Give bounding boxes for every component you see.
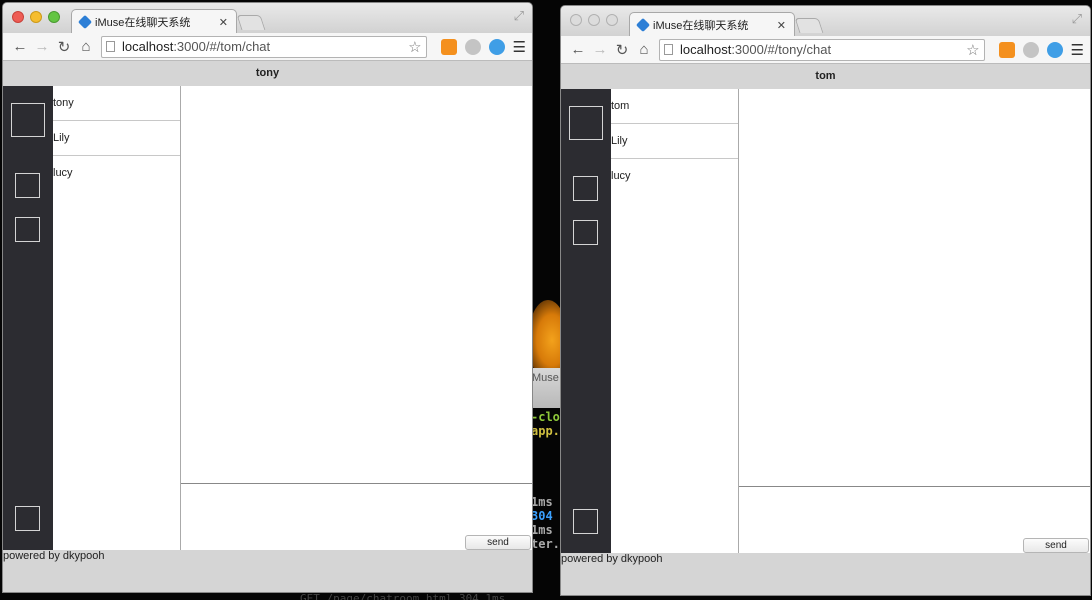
terminal-line: app.j bbox=[531, 424, 563, 438]
contact-list: tony Lily lucy bbox=[53, 86, 181, 550]
nav-button-contacts[interactable] bbox=[573, 220, 598, 245]
nav-button-settings[interactable] bbox=[15, 506, 40, 531]
home-icon[interactable]: ⌂ bbox=[633, 41, 655, 58]
back-arrow-icon[interactable]: ← bbox=[567, 41, 589, 58]
browser-tab[interactable]: iMuse在线聊天系统 ✕ bbox=[629, 12, 795, 37]
nav-button-chat[interactable] bbox=[15, 173, 40, 198]
extension-icon[interactable] bbox=[440, 38, 457, 55]
chat-page: tom tom Lily lucy send powered by dkypoo… bbox=[561, 64, 1090, 595]
browser-window-right: iMuse在线聊天系统 ✕ ⤢ ← → ↻ ⌂ localhost:3000/#… bbox=[560, 5, 1091, 596]
footer-credit: powered by dkypooh bbox=[561, 553, 1090, 595]
extension-v-icon[interactable] bbox=[488, 38, 505, 55]
background-window-title: Muse bbox=[532, 372, 559, 384]
terminal-line: ter. bbox=[531, 537, 560, 551]
bookmark-star-icon[interactable]: ☆ bbox=[408, 38, 421, 56]
url-text[interactable]: localhost:3000/#/tony/chat bbox=[680, 42, 966, 57]
background-window-fragment: Muse bbox=[528, 368, 564, 408]
title-bar[interactable]: iMuse在线聊天系统 ✕ ⤢ bbox=[561, 6, 1090, 37]
url-host: localhost bbox=[680, 42, 732, 57]
address-bar[interactable]: localhost:3000/#/tony/chat ☆ bbox=[659, 38, 985, 61]
terminal-line: -clon bbox=[531, 410, 563, 424]
contact-item[interactable]: Lily bbox=[611, 124, 738, 159]
url-host: localhost bbox=[122, 39, 174, 54]
extension-sync-icon[interactable] bbox=[1022, 41, 1039, 58]
reload-icon[interactable]: ↻ bbox=[53, 38, 75, 56]
minimize-window-button[interactable] bbox=[588, 14, 600, 26]
zoom-window-button[interactable] bbox=[48, 11, 60, 23]
home-icon[interactable]: ⌂ bbox=[75, 38, 97, 55]
browser-window-left: iMuse在线聊天系统 ✕ ⤢ ← → ↻ ⌂ localhost:3000/#… bbox=[2, 2, 533, 593]
message-input[interactable]: send bbox=[739, 486, 1090, 553]
nav-button-chat[interactable] bbox=[573, 176, 598, 201]
message-area[interactable] bbox=[739, 89, 1090, 486]
browser-toolbar: ← → ↻ ⌂ localhost:3000/#/tom/chat ☆ ☰ bbox=[3, 33, 532, 61]
url-path: :3000/#/tony/chat bbox=[731, 42, 832, 57]
nav-sidebar bbox=[561, 89, 611, 553]
forward-arrow-icon[interactable]: → bbox=[589, 41, 611, 58]
browser-tab[interactable]: iMuse在线聊天系统 ✕ bbox=[71, 9, 237, 34]
new-tab-button[interactable] bbox=[794, 18, 824, 33]
bookmark-star-icon[interactable]: ☆ bbox=[966, 41, 979, 59]
terminal-line: 1ms bbox=[531, 495, 553, 509]
message-input[interactable]: send bbox=[181, 483, 532, 550]
terminal-line: 1ms bbox=[531, 523, 553, 537]
chat-page: tony tony Lily lucy send powered by dkyp… bbox=[3, 61, 532, 592]
avatar[interactable] bbox=[11, 103, 45, 137]
message-area[interactable] bbox=[181, 86, 532, 483]
send-button[interactable]: send bbox=[1023, 538, 1089, 553]
page-title: tony bbox=[3, 61, 532, 86]
window-controls bbox=[570, 14, 618, 26]
page-title: tom bbox=[561, 64, 1090, 89]
extension-icon[interactable] bbox=[998, 41, 1015, 58]
window-controls bbox=[12, 11, 60, 23]
menu-icon[interactable]: ☰ bbox=[1071, 41, 1084, 59]
nav-button-contacts[interactable] bbox=[15, 217, 40, 242]
contact-list: tom Lily lucy bbox=[611, 89, 739, 553]
zoom-window-button[interactable] bbox=[606, 14, 618, 26]
url-text[interactable]: localhost:3000/#/tom/chat bbox=[122, 39, 408, 54]
new-tab-button[interactable] bbox=[236, 15, 266, 30]
back-arrow-icon[interactable]: ← bbox=[9, 38, 31, 55]
imuse-favicon-icon bbox=[77, 14, 93, 30]
contact-item[interactable]: tom bbox=[611, 89, 738, 124]
contact-item[interactable]: lucy bbox=[53, 156, 180, 191]
imuse-favicon-icon bbox=[635, 17, 651, 33]
nav-button-settings[interactable] bbox=[573, 509, 598, 534]
footer-credit: powered by dkypooh bbox=[3, 550, 532, 592]
url-path: :3000/#/tom/chat bbox=[173, 39, 271, 54]
avatar[interactable] bbox=[569, 106, 603, 140]
reload-icon[interactable]: ↻ bbox=[611, 41, 633, 59]
fullscreen-icon[interactable]: ⤢ bbox=[514, 8, 524, 24]
terminal-line: 304 bbox=[531, 509, 553, 523]
browser-toolbar: ← → ↻ ⌂ localhost:3000/#/tony/chat ☆ ☰ bbox=[561, 36, 1090, 64]
chat-panel: send bbox=[181, 86, 532, 550]
tab-title: iMuse在线聊天系统 bbox=[653, 20, 749, 32]
page-icon bbox=[106, 41, 115, 52]
tab-title: iMuse在线聊天系统 bbox=[95, 17, 191, 29]
minimize-window-button[interactable] bbox=[30, 11, 42, 23]
contact-item[interactable]: lucy bbox=[611, 159, 738, 194]
menu-icon[interactable]: ☰ bbox=[513, 38, 526, 56]
contact-item[interactable]: Lily bbox=[53, 121, 180, 156]
chat-main: tom Lily lucy send bbox=[561, 89, 1090, 553]
fullscreen-icon[interactable]: ⤢ bbox=[1072, 11, 1082, 27]
close-window-button[interactable] bbox=[12, 11, 24, 23]
chat-main: tony Lily lucy send bbox=[3, 86, 532, 550]
contact-item[interactable]: tony bbox=[53, 86, 180, 121]
title-bar[interactable]: iMuse在线聊天系统 ✕ ⤢ bbox=[3, 3, 532, 34]
forward-arrow-icon[interactable]: → bbox=[31, 38, 53, 55]
extension-v-icon[interactable] bbox=[1046, 41, 1063, 58]
send-button[interactable]: send bbox=[465, 535, 531, 550]
tab-close-icon[interactable]: ✕ bbox=[219, 16, 228, 29]
page-icon bbox=[664, 44, 673, 55]
close-window-button[interactable] bbox=[570, 14, 582, 26]
terminal-bottom-line: GET /page/chatroom.html 304 1ms bbox=[300, 592, 506, 600]
address-bar[interactable]: localhost:3000/#/tom/chat ☆ bbox=[101, 35, 427, 58]
nav-sidebar bbox=[3, 86, 53, 550]
extension-sync-icon[interactable] bbox=[464, 38, 481, 55]
tab-close-icon[interactable]: ✕ bbox=[777, 19, 786, 32]
chat-panel: send bbox=[739, 89, 1090, 553]
